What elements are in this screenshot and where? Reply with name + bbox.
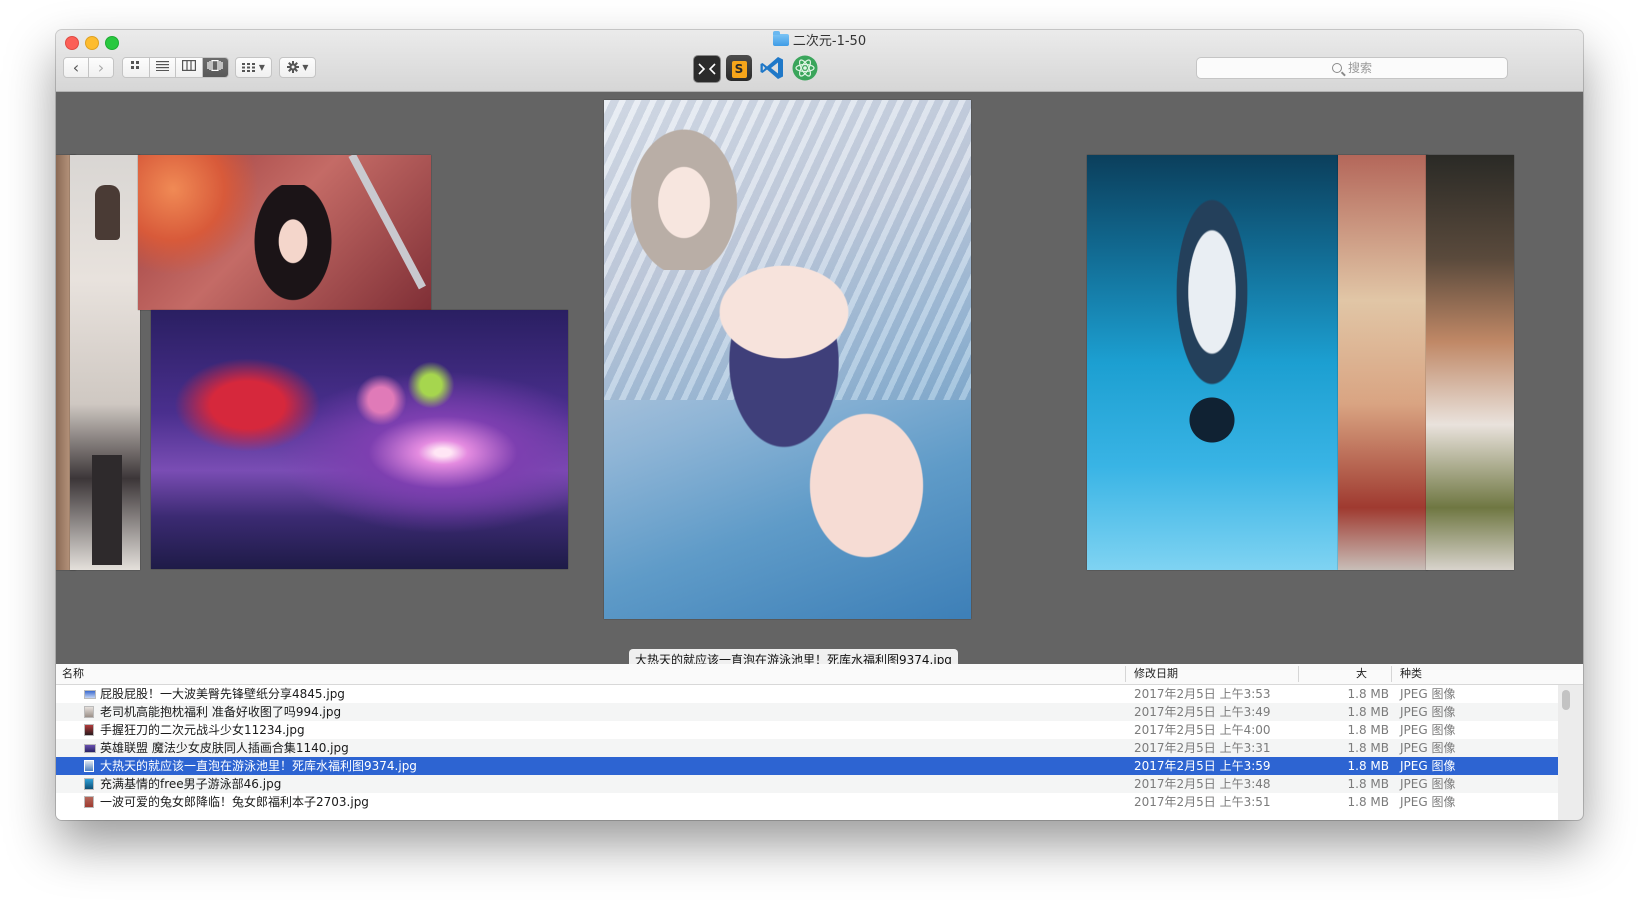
action-button[interactable]: ▾ bbox=[279, 57, 316, 78]
atom-app-icon[interactable] bbox=[792, 55, 818, 81]
column-view-button[interactable] bbox=[176, 58, 203, 77]
jpeg-thumbnail-icon bbox=[84, 778, 94, 790]
sort-chevron-down-icon: ⌄ bbox=[1356, 669, 1364, 679]
column-separator[interactable] bbox=[1125, 666, 1126, 682]
jpeg-thumbnail-icon bbox=[84, 760, 94, 772]
navigation-buttons: ‹ › bbox=[63, 57, 114, 78]
file-name: 英雄联盟 魔法少女皮肤同人插画合集1140.jpg bbox=[100, 741, 349, 755]
search-placeholder: 搜索 bbox=[1347, 61, 1372, 75]
view-mode-segment bbox=[122, 57, 229, 78]
file-name: 屁股屁股！一大波美臀先锋壁纸分享4845.jpg bbox=[100, 687, 345, 701]
file-date: 2017年2月5日 上午3:48 bbox=[1134, 777, 1271, 791]
file-kind: JPEG 图像 bbox=[1400, 759, 1456, 773]
list-view-icon bbox=[155, 61, 169, 71]
coverflow-right-image-blonde-girl[interactable] bbox=[1338, 155, 1428, 570]
coverflow-view-icon bbox=[207, 60, 223, 72]
gear-icon bbox=[286, 61, 299, 73]
file-size: 1.8 MB bbox=[1347, 723, 1389, 737]
file-row-selected[interactable]: 大热天的就应该一直泡在游泳池里！死库水福利图9374.jpg 2017年2月5日… bbox=[56, 757, 1558, 775]
file-kind: JPEG 图像 bbox=[1400, 777, 1456, 791]
folder-icon bbox=[772, 31, 789, 46]
file-row[interactable]: 一波可爱的兔女郎降临！兔女郎福利本子2703.jpg 2017年2月5日 上午3… bbox=[56, 793, 1558, 811]
file-date: 2017年2月5日 上午3:51 bbox=[1134, 795, 1271, 809]
search-icon bbox=[1331, 63, 1342, 73]
file-kind: JPEG 图像 bbox=[1400, 723, 1456, 737]
vscode-icon bbox=[760, 57, 783, 79]
back-button[interactable]: ‹ bbox=[64, 58, 89, 77]
list-header: 名称 修改日期 大小 ⌄ 种类 bbox=[56, 664, 1583, 700]
column-header-name[interactable]: 名称 bbox=[62, 664, 84, 684]
coverflow-area[interactable]: 大热天的就应该一直泡在游泳池里！死库水福利图9374.jpg bbox=[56, 92, 1583, 695]
terminal-prompt-icon bbox=[698, 63, 716, 75]
column-separator[interactable] bbox=[1298, 666, 1299, 682]
icon-view-button[interactable] bbox=[123, 58, 150, 77]
file-kind: JPEG 图像 bbox=[1400, 705, 1456, 719]
file-size: 1.8 MB bbox=[1347, 777, 1389, 791]
file-kind: JPEG 图像 bbox=[1400, 741, 1456, 755]
window-title: 二次元-1-50 bbox=[792, 34, 867, 49]
file-name: 大热天的就应该一直泡在游泳池里！死库水福利图9374.jpg bbox=[100, 759, 417, 773]
file-kind: JPEG 图像 bbox=[1400, 795, 1456, 809]
file-date: 2017年2月5日 上午3:53 bbox=[1134, 687, 1271, 701]
jpeg-thumbnail-icon bbox=[84, 706, 94, 718]
jpeg-thumbnail-icon bbox=[84, 690, 96, 699]
file-row[interactable]: 英雄联盟 魔法少女皮肤同人插画合集1140.jpg 2017年2月5日 上午3:… bbox=[56, 739, 1558, 757]
jpeg-thumbnail-icon bbox=[84, 724, 94, 736]
file-size: 1.8 MB bbox=[1347, 741, 1389, 755]
chevron-down-icon: ▾ bbox=[302, 60, 309, 74]
coverflow-left-image-body-pillow[interactable] bbox=[70, 155, 140, 570]
forward-button[interactable]: › bbox=[89, 58, 113, 77]
file-size: 1.8 MB bbox=[1347, 705, 1389, 719]
atom-icon bbox=[792, 55, 818, 81]
coverflow-view-button[interactable] bbox=[202, 58, 228, 77]
file-date: 2017年2月5日 上午3:49 bbox=[1134, 705, 1271, 719]
column-separator[interactable] bbox=[1391, 666, 1392, 682]
file-row[interactable]: 手握狂刀的二次元战斗少女11234.jpg 2017年2月5日 上午4:00 1… bbox=[56, 721, 1558, 739]
coverflow-right-image-underwater[interactable] bbox=[1087, 155, 1338, 570]
file-name: 老司机高能抱枕福利 准备好收图了吗994.jpg bbox=[100, 705, 342, 719]
finder-window: 二次元-1-50 ‹ › ▾ ▾ S 搜索 大热天的就应该一直泡在游泳池里！死库… bbox=[56, 30, 1583, 820]
file-name: 充满基情的free男子游泳部46.jpg bbox=[100, 777, 282, 791]
file-list: 屁股屁股！一大波美臀先锋壁纸分享4845.jpg 2017年2月5日 上午3:5… bbox=[56, 685, 1558, 820]
column-header-date[interactable]: 修改日期 bbox=[1134, 664, 1178, 684]
file-date: 2017年2月5日 上午3:31 bbox=[1134, 741, 1271, 755]
arrange-grid-icon bbox=[242, 63, 256, 72]
arrange-button[interactable]: ▾ bbox=[235, 57, 272, 78]
file-row[interactable]: 充满基情的free男子游泳部46.jpg 2017年2月5日 上午3:48 1.… bbox=[56, 775, 1558, 793]
title-bar: 二次元-1-50 ‹ › ▾ ▾ S 搜索 bbox=[56, 30, 1583, 92]
list-vertical-scrollbar[interactable] bbox=[1562, 690, 1570, 710]
list-view-button[interactable] bbox=[149, 58, 176, 77]
sublime-s-icon: S bbox=[731, 61, 747, 78]
back-arrow-icon: ‹ bbox=[72, 58, 80, 77]
file-size: 1.8 MB bbox=[1347, 795, 1389, 809]
file-kind: JPEG 图像 bbox=[1400, 687, 1456, 701]
sublime-text-app-icon[interactable]: S bbox=[726, 55, 752, 81]
chevron-down-icon: ▾ bbox=[258, 60, 265, 74]
vscode-app-icon[interactable] bbox=[759, 55, 785, 81]
column-view-icon bbox=[181, 60, 196, 72]
column-header-kind[interactable]: 种类 bbox=[1400, 664, 1422, 684]
coverflow-right-image-dark-hair-girl[interactable] bbox=[1426, 155, 1514, 570]
terminal-app-icon[interactable] bbox=[693, 55, 721, 83]
file-row[interactable]: 屁股屁股！一大波美臀先锋壁纸分享4845.jpg 2017年2月5日 上午3:5… bbox=[56, 685, 1558, 703]
icon-view-icon bbox=[131, 61, 140, 69]
file-name: 一波可爱的兔女郎降临！兔女郎福利本子2703.jpg bbox=[100, 795, 369, 809]
file-size: 1.8 MB bbox=[1347, 759, 1389, 773]
file-date: 2017年2月5日 上午3:59 bbox=[1134, 759, 1271, 773]
jpeg-thumbnail-icon bbox=[84, 796, 94, 808]
file-row[interactable]: 老司机高能抱枕福利 准备好收图了吗994.jpg 2017年2月5日 上午3:4… bbox=[56, 703, 1558, 721]
coverflow-left-image-sword-girl[interactable] bbox=[138, 155, 431, 310]
forward-arrow-icon: › bbox=[97, 58, 105, 77]
file-date: 2017年2月5日 上午4:00 bbox=[1134, 723, 1271, 737]
file-size: 1.8 MB bbox=[1347, 687, 1389, 701]
file-name: 手握狂刀的二次元战斗少女11234.jpg bbox=[100, 723, 305, 737]
coverflow-selected-image[interactable] bbox=[604, 100, 971, 619]
jpeg-thumbnail-icon bbox=[84, 744, 96, 753]
search-field[interactable]: 搜索 bbox=[1196, 57, 1508, 79]
window-title-area: 二次元-1-50 bbox=[56, 31, 1583, 51]
coverflow-left-image-space-heroines[interactable] bbox=[151, 310, 568, 569]
